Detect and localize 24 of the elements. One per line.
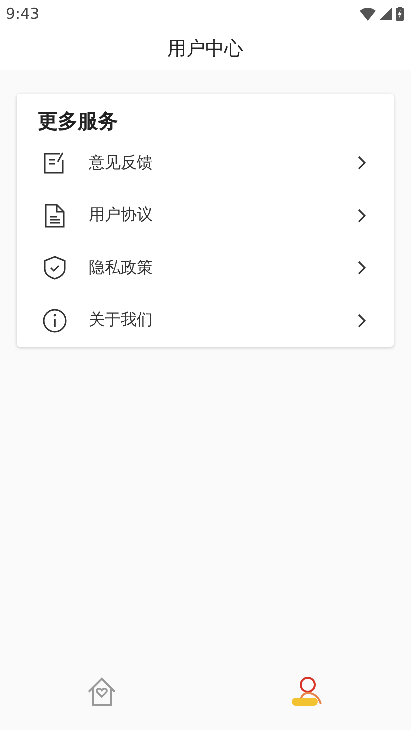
- section-title: 更多服务: [37, 108, 119, 135]
- signal-icon: [380, 8, 392, 20]
- battery-icon: [396, 7, 404, 21]
- menu-label: 用户协议: [89, 205, 154, 226]
- edit-note-icon: [43, 151, 67, 176]
- menu-label: 意见反馈: [89, 152, 154, 174]
- menu-label: 关于我们: [89, 310, 154, 332]
- page-title: 用户中心: [168, 37, 244, 62]
- wifi-icon: [360, 8, 376, 20]
- chevron-right-icon: [358, 261, 366, 276]
- menu-item[interactable]: 关于我们: [17, 294, 394, 347]
- house-heart-icon: [86, 676, 118, 708]
- document-icon: [43, 204, 67, 228]
- shield-check-icon: [43, 256, 67, 280]
- status-time: 9:43: [6, 5, 40, 23]
- menu-item[interactable]: 意见反馈: [17, 137, 394, 190]
- menu-item[interactable]: 隐私政策: [17, 242, 394, 294]
- chevron-right-icon: [358, 314, 366, 328]
- menu-item[interactable]: 用户协议: [17, 190, 394, 242]
- user-icon: [290, 676, 325, 708]
- chevron-right-icon: [358, 208, 366, 223]
- chevron-right-icon: [358, 156, 366, 170]
- menu-label: 隐私政策: [89, 258, 154, 279]
- info-icon: [43, 308, 67, 333]
